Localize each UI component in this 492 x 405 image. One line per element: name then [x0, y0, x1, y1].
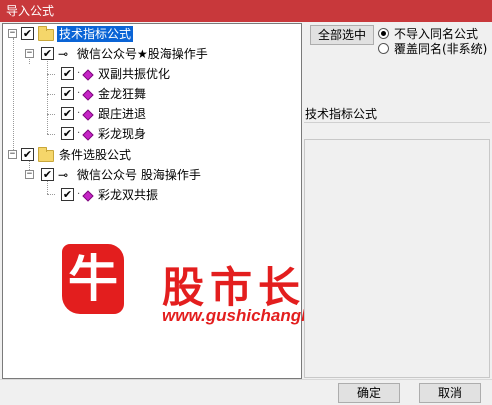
tree-line: [47, 114, 55, 115]
cancel-button[interactable]: 取消: [419, 383, 481, 403]
expand-toggle-icon[interactable]: −: [25, 170, 34, 179]
radio-icon[interactable]: [378, 43, 389, 54]
tree-line: [47, 194, 55, 195]
diamond-icon: [82, 109, 94, 121]
description-box: [304, 139, 490, 378]
tree-line: [13, 38, 14, 156]
checkbox-root2[interactable]: ✔: [21, 148, 34, 161]
diamond-icon: [82, 89, 94, 101]
tree-node-label[interactable]: 跟庄进退: [98, 106, 146, 122]
dot-icon: ·: [77, 88, 81, 99]
checkbox-item[interactable]: ✔: [61, 87, 74, 100]
checkbox-group2[interactable]: ✔: [41, 168, 54, 181]
radio-label: 覆盖同名(非系统): [394, 42, 488, 56]
key-icon: ⊸: [58, 168, 69, 182]
window-title: 导入公式: [0, 0, 492, 22]
checkbox-item[interactable]: ✔: [61, 127, 74, 140]
description-label: 技术指标公式: [305, 107, 378, 121]
dot-icon: ·: [77, 189, 81, 200]
select-all-button[interactable]: 全部选中: [310, 25, 374, 45]
checkbox-item[interactable]: ✔: [61, 67, 74, 80]
folder-icon: [38, 147, 54, 162]
radio-icon[interactable]: [378, 28, 389, 39]
checkbox-group1[interactable]: ✔: [41, 47, 54, 60]
tree-line: [47, 134, 55, 135]
tree-node-label[interactable]: 彩龙双共振: [98, 187, 158, 203]
diamond-icon: [82, 69, 94, 81]
tree-node-label[interactable]: 条件选股公式: [59, 147, 131, 163]
expand-toggle-icon[interactable]: −: [25, 49, 34, 58]
key-icon: ⊸: [58, 47, 69, 61]
tree-node-label[interactable]: 微信公众号★股海操作手: [77, 46, 208, 62]
radio-label: 不导入同名公式: [394, 27, 479, 41]
folder-icon: [38, 26, 54, 41]
checkbox-item[interactable]: ✔: [61, 107, 74, 120]
tree-node-label[interactable]: 双副共振优化: [98, 66, 170, 82]
tree-node-label[interactable]: 金龙狂舞: [98, 86, 146, 102]
diamond-icon: [82, 129, 94, 141]
diamond-icon: [82, 190, 94, 202]
tree-node-label[interactable]: 彩龙现身: [98, 126, 146, 142]
checkbox-root1[interactable]: ✔: [21, 27, 34, 40]
tree-node-label[interactable]: 技术指标公式: [57, 26, 134, 42]
tree-line: [47, 94, 55, 95]
divider: [304, 122, 490, 123]
watermark-logo: 牛: [62, 244, 124, 314]
dot-icon: ·: [77, 108, 81, 119]
checkbox-item[interactable]: ✔: [61, 188, 74, 201]
tree-node-label[interactable]: 微信公众号 股海操作手: [77, 167, 201, 183]
tree-line: [47, 180, 48, 194]
divider: [0, 379, 492, 380]
dot-icon: ·: [77, 128, 81, 139]
ok-button[interactable]: 确定: [338, 383, 400, 403]
expand-toggle-icon[interactable]: −: [8, 150, 17, 159]
expand-toggle-icon[interactable]: −: [8, 29, 17, 38]
tree-line: [47, 74, 55, 75]
dot-icon: ·: [77, 68, 81, 79]
